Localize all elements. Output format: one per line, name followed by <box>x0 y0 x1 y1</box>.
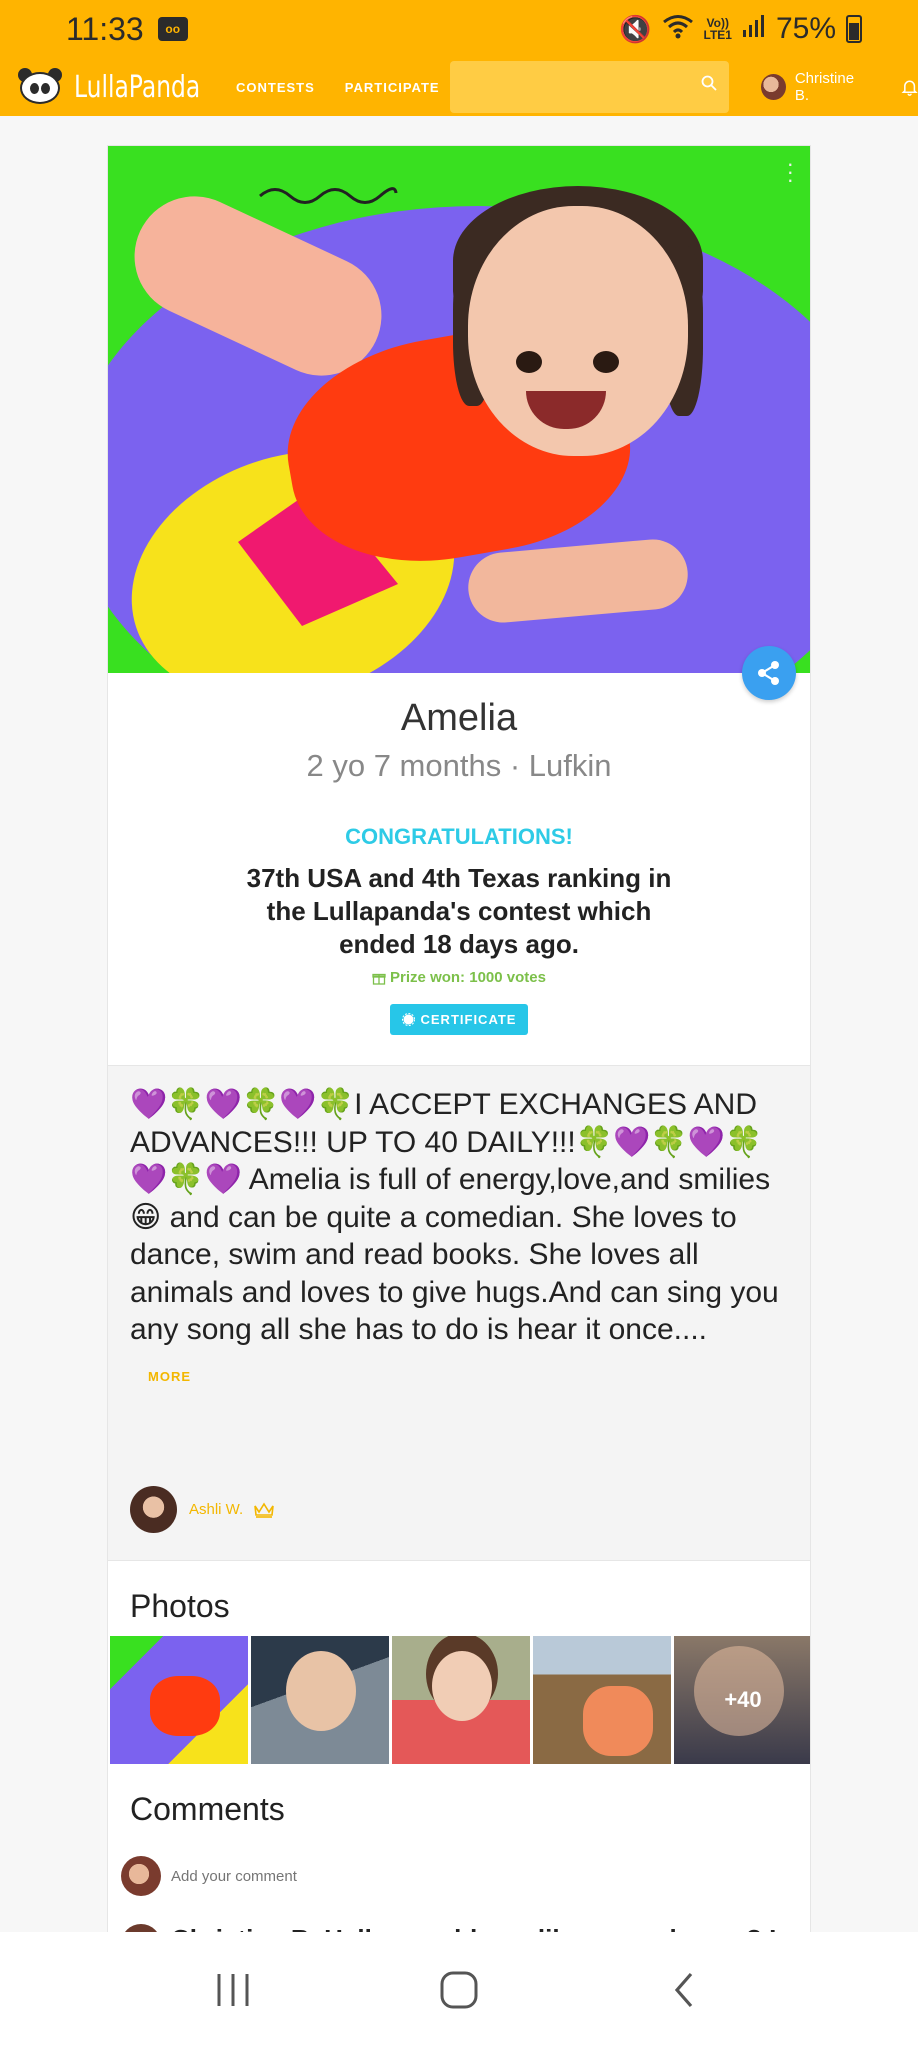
recent-apps-button[interactable] <box>203 1960 263 2020</box>
user-name: Christine B. <box>794 70 855 104</box>
more-options-icon[interactable]: · · · <box>787 153 794 191</box>
bell-icon[interactable] <box>901 78 918 96</box>
lte-indicator: Vo)) LTE1 <box>704 17 732 41</box>
comment-composer <box>121 1856 571 1896</box>
crown-icon <box>254 1501 274 1518</box>
home-button[interactable] <box>429 1960 489 2020</box>
voicemail-icon: oo <box>157 17 188 41</box>
profile-info: Amelia 2 yo 7 months · Lufkin CONGRATULA… <box>108 697 810 1035</box>
more-link[interactable]: MORE <box>148 1369 810 1384</box>
more-photos-count: +40 <box>724 1687 762 1712</box>
badge-icon <box>401 1012 415 1026</box>
share-button[interactable] <box>742 646 796 700</box>
back-icon <box>674 1972 693 2007</box>
nav-participate-link[interactable]: PARTICIPATE <box>345 80 440 95</box>
owner-name: Ashli W. <box>189 1501 244 1518</box>
certificate-label: CERTIFICATE <box>420 1011 517 1027</box>
photo-thumbnail-more[interactable]: +40 <box>674 1636 810 1764</box>
comment-input[interactable] <box>171 1867 571 1885</box>
commenter-avatar <box>121 1856 161 1896</box>
signal-icon <box>742 12 766 46</box>
photo-thumbnail[interactable] <box>251 1636 389 1764</box>
status-time-group: 11:33 oo <box>66 11 188 48</box>
description-text: 💜🍀💜🍀💜🍀I ACCEPT EXCHANGES AND ADVANCES!!!… <box>130 1088 779 1346</box>
top-navbar: LullaPanda CONTESTS PARTICIPATE Christin… <box>0 58 918 116</box>
photos-heading: Photos <box>130 1588 230 1624</box>
logo-text: LullaPanda <box>74 69 201 105</box>
recent-apps-icon <box>217 1973 249 2006</box>
profile-card: · · · Amelia 2 yo 7 months · Lufkin CONGRA… <box>107 145 811 1935</box>
ranking-text: 37th USA and 4th Texas ranking in the Lu… <box>246 863 672 959</box>
status-bar: 11:33 oo 🔇 Vo)) LTE1 75% <box>0 0 918 58</box>
child-age-location: 2 yo 7 months · Lufkin <box>306 748 612 783</box>
search-box[interactable] <box>449 61 730 113</box>
certificate-button[interactable]: CERTIFICATE <box>389 1003 529 1035</box>
user-avatar <box>761 74 786 100</box>
user-menu[interactable]: Christine B. <box>761 70 869 104</box>
description-box: 💜🍀💜🍀💜🍀I ACCEPT EXCHANGES AND ADVANCES!!!… <box>108 1065 810 1561</box>
home-icon <box>440 1971 478 2008</box>
prize-line: Prize won: 1000 votes <box>372 969 546 986</box>
system-nav-bar <box>0 1932 918 2047</box>
owner-avatar <box>130 1486 177 1533</box>
panda-logo-icon <box>14 68 66 106</box>
mute-icon: 🔇 <box>619 13 652 44</box>
photo-thumbnail[interactable] <box>392 1636 530 1764</box>
back-button[interactable] <box>655 1960 715 2020</box>
share-icon <box>758 661 779 685</box>
congrats-heading: CONGRATULATIONS! <box>345 824 573 849</box>
nav-contests-link[interactable]: CONTESTS <box>236 80 315 95</box>
comments-heading: Comments <box>130 1791 285 1827</box>
photo-thumbnail[interactable] <box>110 1636 248 1764</box>
photo-gallery: +40 <box>110 1636 810 1764</box>
status-time: 11:33 <box>66 10 144 47</box>
battery-percent: 75% <box>775 12 836 45</box>
gift-icon <box>372 973 386 985</box>
search-input[interactable] <box>449 61 730 113</box>
battery-icon <box>846 15 862 43</box>
wifi-icon <box>662 13 694 46</box>
hero-photo[interactable]: · · · <box>108 146 810 673</box>
logo[interactable]: LullaPanda <box>14 68 224 106</box>
lte-bottom: LTE1 <box>703 28 732 42</box>
child-name: Amelia <box>400 697 518 739</box>
prize-text: Prize won: 1000 votes <box>390 969 546 986</box>
search-icon[interactable] <box>701 75 717 91</box>
photo-thumbnail[interactable] <box>533 1636 671 1764</box>
owner-info[interactable]: Ashli W. <box>130 1486 275 1533</box>
status-icons: 🔇 Vo)) LTE1 75% <box>619 12 862 46</box>
